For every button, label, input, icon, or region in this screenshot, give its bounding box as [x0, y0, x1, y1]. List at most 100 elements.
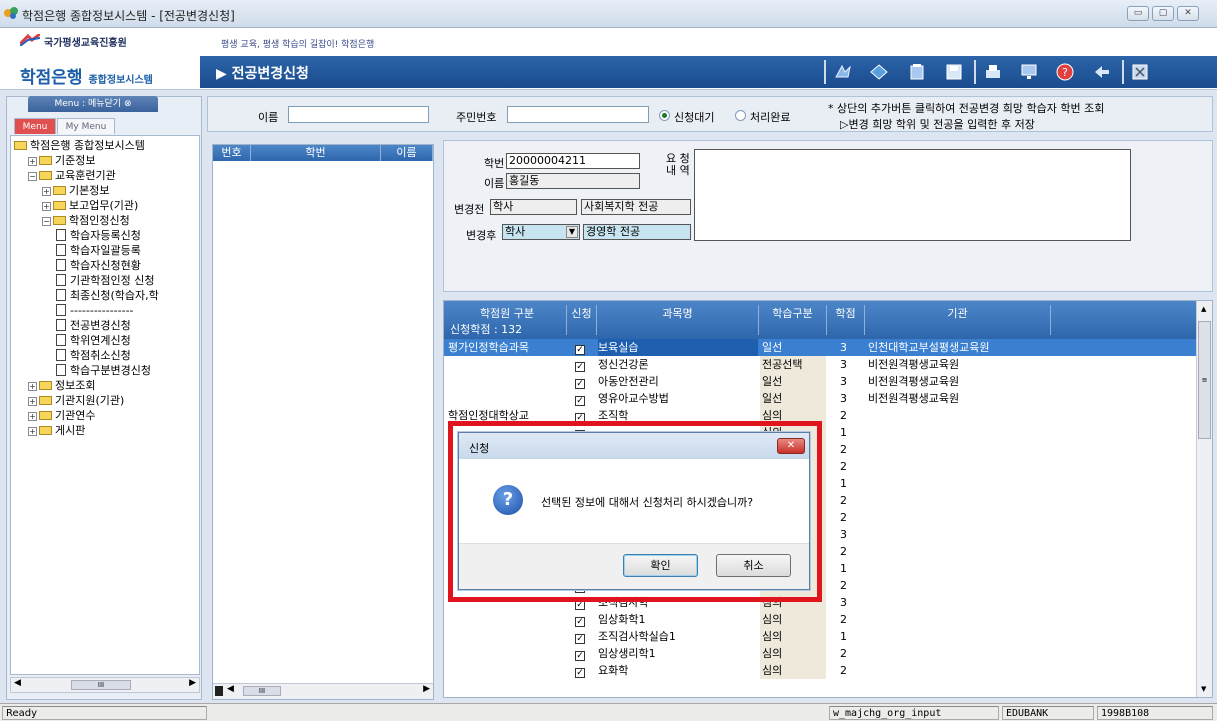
- expand-icon[interactable]: +: [42, 202, 51, 211]
- menu-item[interactable]: ----------------: [56, 303, 134, 318]
- apply-checkbox[interactable]: ✓: [575, 645, 595, 662]
- screen-tool-icon[interactable]: [1019, 62, 1039, 82]
- col-name[interactable]: 이름: [381, 145, 433, 161]
- menu-item[interactable]: + 기관지원(기관): [28, 393, 124, 408]
- radio-done[interactable]: [735, 110, 746, 121]
- menu-item[interactable]: 학점취소신청: [56, 348, 131, 363]
- expand-icon[interactable]: +: [28, 427, 37, 436]
- delete-tool-icon[interactable]: [907, 62, 927, 82]
- col-credit[interactable]: 학점: [826, 305, 864, 335]
- expand-icon[interactable]: +: [28, 397, 37, 406]
- minimize-button[interactable]: ▭: [1127, 6, 1149, 21]
- col-subject[interactable]: 과목명: [596, 305, 758, 335]
- id-number-input[interactable]: [507, 106, 649, 123]
- help-icon[interactable]: ?: [1055, 62, 1075, 82]
- col-apply[interactable]: 신청: [566, 305, 596, 335]
- add-tool-icon[interactable]: [869, 62, 889, 82]
- expand-icon[interactable]: +: [42, 187, 51, 196]
- menu-item[interactable]: 기관학점인정 신청: [56, 273, 154, 288]
- list-hscrollbar[interactable]: ◀ III ▶: [213, 683, 433, 699]
- menu-item[interactable]: + 기관연수: [28, 408, 95, 423]
- cell-credit: 2: [840, 579, 847, 592]
- dialog-close-button[interactable]: ✕: [777, 438, 805, 454]
- confirm-ok-button[interactable]: 확인: [623, 554, 698, 577]
- menu-item[interactable]: 학습자일괄등록: [56, 243, 141, 258]
- menu-item[interactable]: − 학점인정신청: [42, 213, 130, 228]
- menu-item[interactable]: + 게시판: [28, 423, 85, 438]
- col-number[interactable]: 번호: [213, 145, 251, 161]
- cell-org: [868, 458, 1050, 475]
- student-no-field[interactable]: 20000004211: [506, 153, 640, 169]
- col-org[interactable]: 기관: [864, 305, 1050, 335]
- table-row[interactable]: ✓ 임상화학1 심의 2: [444, 611, 1196, 628]
- radio-pending[interactable]: [659, 110, 670, 121]
- tab-menu[interactable]: Menu: [14, 118, 56, 134]
- tab-my-menu[interactable]: My Menu: [57, 118, 115, 134]
- expand-icon[interactable]: +: [28, 412, 37, 421]
- apply-checkbox[interactable]: ✓: [575, 628, 595, 645]
- after-major-field[interactable]: 경영학 전공: [583, 224, 691, 240]
- menu-item[interactable]: 학위연계신청: [56, 333, 131, 348]
- apply-checkbox[interactable]: ✓: [575, 339, 595, 356]
- menu-item[interactable]: 학습구분변경신청: [56, 363, 151, 378]
- menu-item[interactable]: 전공변경신청: [56, 318, 131, 333]
- col-type[interactable]: 학습구분: [758, 305, 826, 335]
- scroll-thumb[interactable]: ≡: [1198, 321, 1211, 439]
- checkbox-icon[interactable]: ✓: [575, 362, 585, 372]
- maximize-button[interactable]: ▢: [1152, 6, 1174, 21]
- col-student-no[interactable]: 학번: [251, 145, 381, 161]
- expand-icon[interactable]: +: [28, 382, 37, 391]
- checkbox-icon[interactable]: ✓: [575, 345, 585, 355]
- checkbox-icon[interactable]: ✓: [575, 396, 585, 406]
- checkbox-icon[interactable]: ✓: [575, 634, 585, 644]
- table-row[interactable]: ✓ 요화학 심의 2: [444, 662, 1196, 679]
- checkbox-icon[interactable]: ✓: [575, 651, 585, 661]
- slogan: 평생 교육, 평생 학습의 길잡이! 학점은행: [221, 40, 375, 50]
- checkbox-icon[interactable]: ✓: [575, 379, 585, 389]
- checkbox-icon[interactable]: ✓: [575, 668, 585, 678]
- scroll-thumb[interactable]: III: [71, 680, 131, 690]
- request-textarea[interactable]: [694, 149, 1131, 241]
- collapse-icon[interactable]: −: [28, 172, 37, 181]
- confirm-cancel-button[interactable]: 취소: [716, 554, 791, 577]
- after-degree-select[interactable]: 학사 ▼: [502, 224, 580, 240]
- exit-tool-icon[interactable]: [1092, 62, 1112, 82]
- expand-icon[interactable]: +: [28, 157, 37, 166]
- menu-item[interactable]: + 정보조회: [28, 378, 95, 393]
- scroll-thumb[interactable]: III: [243, 686, 281, 696]
- dialog-title: 신청: [469, 442, 490, 455]
- close-window-icon[interactable]: [1130, 62, 1150, 82]
- save-tool-icon[interactable]: [944, 62, 964, 82]
- checkbox-icon[interactable]: ✓: [575, 617, 585, 627]
- chevron-down-icon[interactable]: ▼: [566, 226, 578, 238]
- table-row[interactable]: ✓ 아동안전관리 일선 3 비전원격평생교육원: [444, 373, 1196, 390]
- apply-checkbox[interactable]: ✓: [575, 390, 595, 407]
- dialog-message: 선택된 정보에 대해서 신청처리 하시겠습니까?: [541, 496, 754, 509]
- table-row[interactable]: ✓ 영유아교수방법 일선 3 비전원격평생교육원: [444, 390, 1196, 407]
- collapse-icon[interactable]: −: [42, 217, 51, 226]
- menu-item[interactable]: 학습자등록신청: [56, 228, 141, 243]
- table-row[interactable]: ✓ 임상생리학1 심의 2: [444, 645, 1196, 662]
- apply-checkbox[interactable]: ✓: [575, 662, 595, 679]
- print-tool-icon[interactable]: [983, 62, 1003, 82]
- menu-item[interactable]: 최종신청(학습자,학: [56, 288, 159, 303]
- menu-close-toggle[interactable]: Menu : 메뉴닫기 ⊗: [28, 96, 158, 112]
- menu-item[interactable]: − 교육훈련기관: [28, 168, 116, 183]
- close-button[interactable]: ✕: [1177, 6, 1199, 21]
- table-row[interactable]: ✓ 정신건강론 전공선택 3 비전원격평생교육원: [444, 356, 1196, 373]
- table-row[interactable]: ✓ 조직검사학실습1 심의 1: [444, 628, 1196, 645]
- menu-item[interactable]: 학습자신청현황: [56, 258, 141, 273]
- menu-item[interactable]: + 기준정보: [28, 153, 95, 168]
- apply-checkbox[interactable]: ✓: [575, 356, 595, 373]
- apply-checkbox[interactable]: ✓: [575, 373, 595, 390]
- apply-checkbox[interactable]: ✓: [575, 611, 595, 628]
- menu-item[interactable]: + 보고업무(기관): [42, 198, 138, 213]
- menu-item[interactable]: + 기본정보: [42, 183, 109, 198]
- col-category[interactable]: 학점원 구분: [450, 305, 564, 321]
- grid-vscrollbar[interactable]: ▲ ≡ ▼: [1196, 301, 1212, 697]
- search-tool-icon[interactable]: [833, 62, 853, 82]
- table-row[interactable]: 평가인정학습과목 ✓ 보육실습 일선 3 인천대학교부설평생교육원: [444, 339, 1196, 356]
- menu-item[interactable]: 학점은행 종합정보시스템: [14, 138, 145, 153]
- menu-hscrollbar[interactable]: ◀ III ▶: [10, 677, 200, 693]
- name-input[interactable]: [288, 106, 429, 123]
